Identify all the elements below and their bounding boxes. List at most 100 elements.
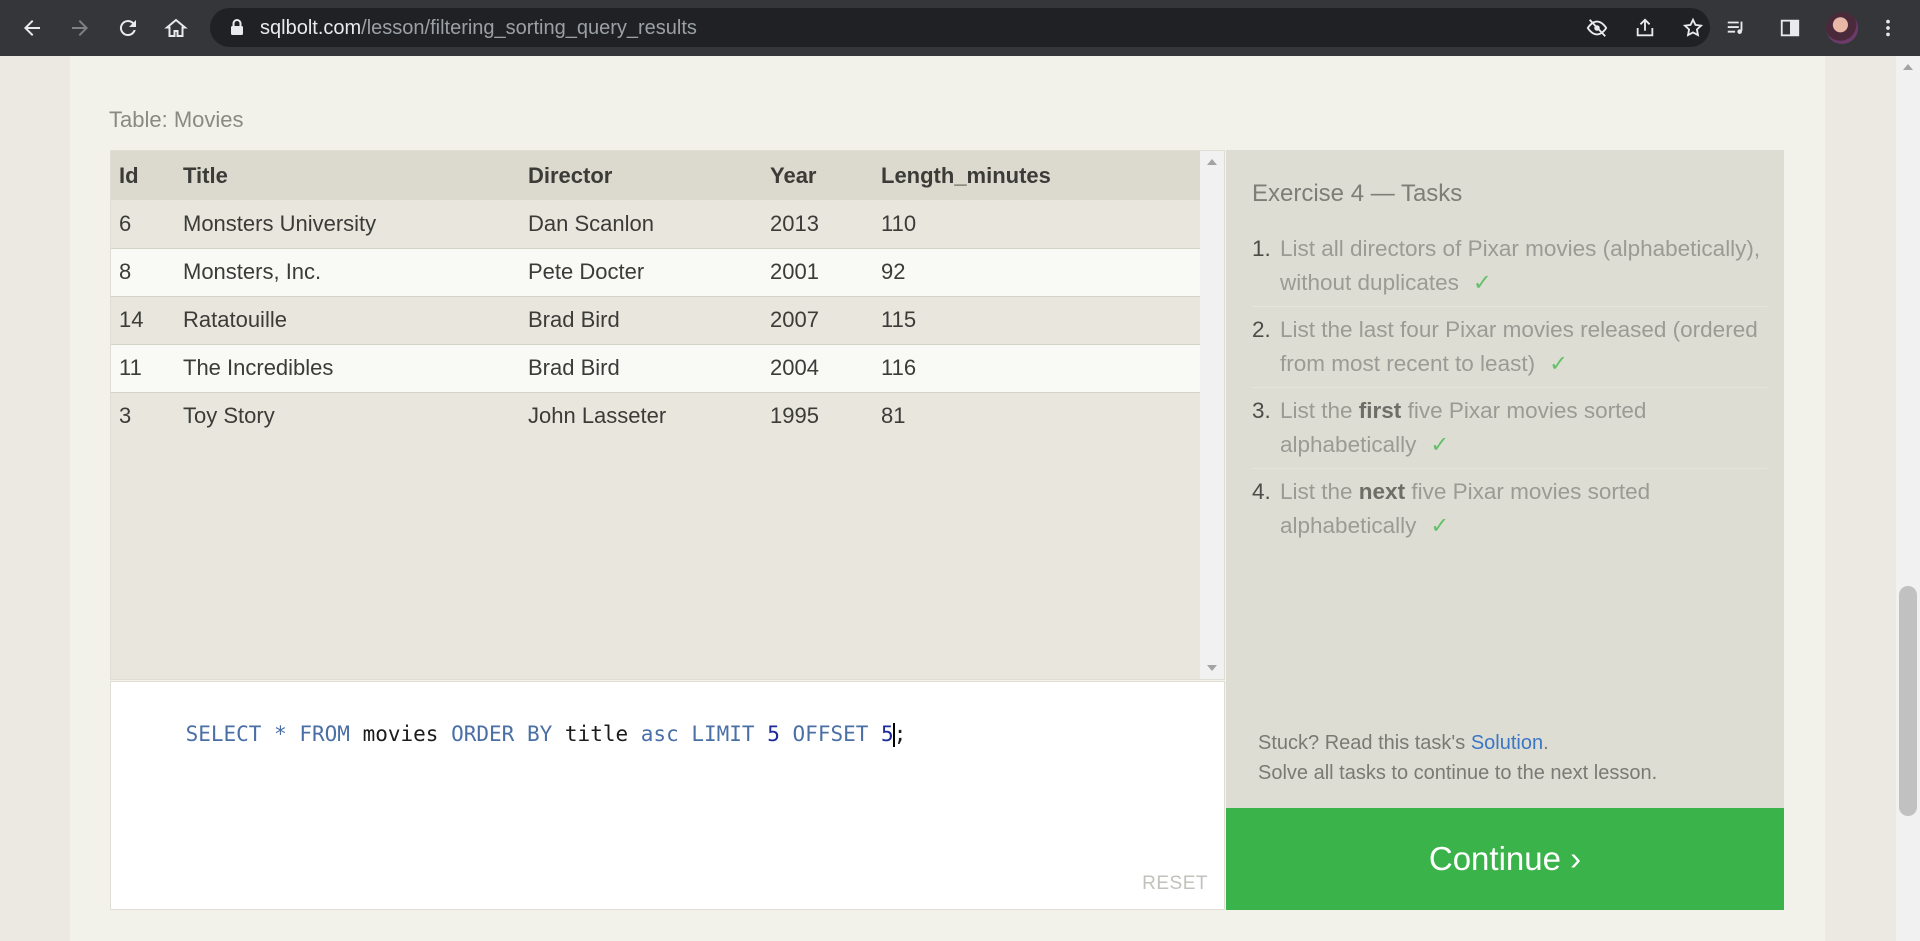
table-row: 11 The Incredibles Brad Bird 2004 116 [111,344,1201,393]
cell-title: Ratatouille [175,296,520,345]
checkmark-icon: ✓ [1430,432,1450,457]
task-item: 3. List the first five Pixar movies sort… [1252,394,1767,469]
sql-token: asc [640,722,679,746]
task-text: List the [1280,398,1359,423]
cell-length: 110 [873,200,1201,249]
sql-token: ; [893,722,907,746]
solution-link[interactable]: Solution [1471,732,1543,754]
task-list: 1. List all directors of Pixar movies (a… [1252,232,1767,555]
cell-id: 6 [111,200,175,249]
checkmark-icon: ✓ [1472,270,1492,295]
cell-title: Monsters University [175,200,520,249]
page-scrollbar[interactable] [1896,56,1920,941]
task-item: 2. List the last four Pixar movies relea… [1252,313,1767,388]
checkmark-icon: ✓ [1430,513,1450,538]
table-row: 14 Ratatouille Brad Bird 2007 115 [111,296,1201,345]
cell-length: 115 [873,296,1201,345]
cell-id: 14 [111,296,175,345]
task-number: 4. [1252,479,1271,504]
cell-title: The Incredibles [175,344,520,393]
home-icon[interactable] [158,10,194,46]
cell-director: Brad Bird [520,296,762,345]
bookmark-star-icon[interactable] [1681,16,1705,40]
forward-icon[interactable] [62,10,98,46]
reload-icon[interactable] [110,10,146,46]
continue-button[interactable]: Continue › [1226,808,1784,910]
task-text: List the [1280,479,1359,504]
column-header-director: Director [520,151,762,200]
scrollbar-thumb[interactable] [1899,586,1917,816]
sql-query[interactable]: SELECT * FROM movies ORDER BY title asc … [135,698,906,771]
cell-year: 2007 [762,296,873,345]
cell-length: 92 [873,248,1201,297]
sql-editor[interactable]: SELECT * FROM movies ORDER BY title asc … [110,681,1225,910]
url-text: sqlbolt.com/lesson/filtering_sorting_que… [260,17,697,39]
column-header-id: Id [111,151,175,200]
cell-title: Toy Story [175,392,520,440]
sql-token: LIMIT [678,722,768,746]
results-table: Id Title Director Year Length_minutes 6 … [111,151,1201,440]
task-emphasis: next [1358,479,1406,504]
media-queue-icon[interactable] [1722,14,1750,42]
sql-token: SELECT [185,722,262,746]
cell-director: Pete Docter [520,248,762,297]
cell-director: John Lasseter [520,392,762,440]
back-icon[interactable] [14,10,50,46]
scroll-down-icon[interactable] [1207,665,1217,671]
cell-id: 11 [111,344,175,393]
task-text: List the last four Pixar movies released… [1280,317,1758,376]
scroll-up-icon[interactable] [1207,159,1217,165]
table-row: 3 Toy Story John Lasseter 1995 81 [111,392,1201,440]
sql-token: 5 [767,722,780,746]
help-text: Stuck? Read this task's Solution. Solve … [1258,728,1657,788]
task-text: List all directors of Pixar movies (alph… [1280,236,1761,295]
cell-title: Monsters, Inc. [175,248,520,297]
task-item: 1. List all directors of Pixar movies (a… [1252,232,1767,307]
exercise-title: Exercise 4 — Tasks [1252,180,1463,207]
sql-token: OFFSET [779,722,882,746]
eye-slash-icon[interactable] [1585,16,1609,40]
cell-id: 8 [111,248,175,297]
browser-toolbar: sqlbolt.com/lesson/filtering_sorting_que… [0,0,1920,56]
profile-avatar[interactable] [1826,12,1858,44]
cell-year: 1995 [762,392,873,440]
table-caption: Table: Movies [109,107,244,132]
column-header-year: Year [762,151,873,200]
cell-director: Brad Bird [520,344,762,393]
scroll-up-icon[interactable] [1903,64,1913,70]
cell-year: 2004 [762,344,873,393]
sql-token: movies [349,722,452,746]
task-number: 2. [1252,317,1271,342]
results-scrollbar[interactable] [1200,151,1224,679]
table-header-row: Id Title Director Year Length_minutes [111,151,1201,200]
cell-director: Dan Scanlon [520,200,762,249]
lock-icon[interactable] [228,18,246,36]
sql-token: * [261,722,300,746]
cell-year: 2001 [762,248,873,297]
table-row: 6 Monsters University Dan Scanlon 2013 1… [111,200,1201,249]
reset-button[interactable]: RESET [1142,873,1208,895]
table-row: 8 Monsters, Inc. Pete Docter 2001 92 [111,248,1201,297]
more-menu-icon[interactable] [1874,14,1902,42]
continue-hint: Solve all tasks to continue to the next … [1258,762,1658,784]
cell-id: 3 [111,392,175,440]
exercise-tasks-panel: Exercise 4 — Tasks 1. List all directors… [1226,150,1784,808]
checkmark-icon: ✓ [1549,351,1568,376]
stuck-suffix: . [1543,732,1549,754]
sql-token: FROM [299,722,350,746]
column-header-length: Length_minutes [873,151,1201,200]
share-icon[interactable] [1633,16,1657,40]
cell-length: 81 [873,392,1201,440]
address-bar[interactable]: sqlbolt.com/lesson/filtering_sorting_que… [210,8,1710,47]
task-item: 4. List the next five Pixar movies sorte… [1252,475,1767,549]
task-emphasis: first [1358,398,1402,423]
cell-year: 2013 [762,200,873,249]
task-number: 3. [1252,398,1271,423]
side-panel-icon[interactable] [1776,14,1804,42]
cell-length: 116 [873,344,1201,393]
sql-token: ORDER BY [451,722,553,746]
stuck-prefix: Stuck? Read this task's [1258,732,1471,754]
sql-token: title [552,722,641,746]
column-header-title: Title [175,151,520,200]
task-number: 1. [1252,236,1271,261]
